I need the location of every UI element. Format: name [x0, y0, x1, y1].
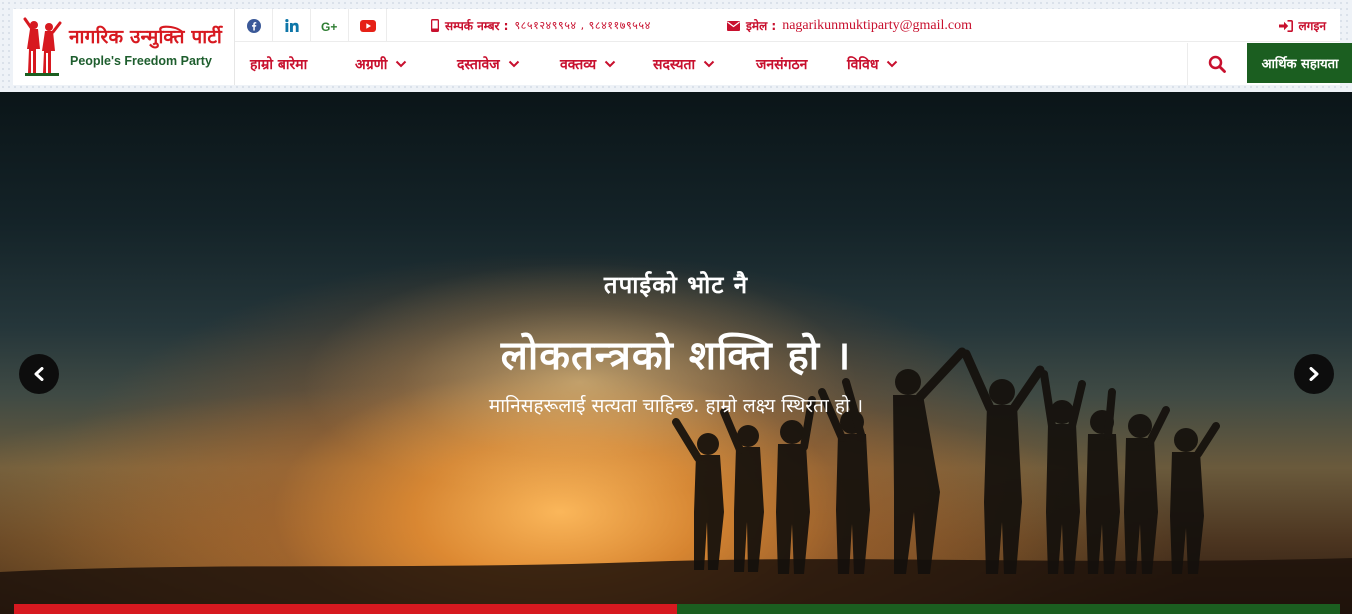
search-button[interactable] [1187, 43, 1245, 85]
nav-item-label: जनसंगठन [756, 56, 808, 73]
chevron-down-icon [604, 60, 616, 68]
nav-item-label: हाम्रो बारेमा [250, 56, 308, 73]
strip-red [14, 604, 677, 614]
hero-tagline: मानिसहरूलाई सत्यता चाहिन्छ. हाम्रो लक्ष्… [488, 395, 864, 417]
phone-value[interactable]: ९८५१२४९९५४ , ९८४११७९५५४ [514, 18, 650, 33]
nav-item-label: सदस्यता [653, 56, 696, 73]
svg-text:G+: G+ [321, 20, 337, 32]
strip-green [677, 604, 1340, 614]
party-emblem-icon [23, 17, 62, 76]
google-plus-link[interactable]: G+ [311, 9, 349, 42]
search-icon [1208, 55, 1226, 73]
facebook-icon [246, 18, 261, 33]
nav-item-miscellaneous[interactable]: विविध [847, 43, 898, 85]
chevron-down-icon [508, 60, 519, 68]
contact-phone: सम्पर्क नम्बर : ९८५१२४९९५४ , ९८४११७९५५४ [431, 9, 651, 42]
donate-button[interactable]: आर्थिक सहायता [1247, 43, 1352, 83]
site-header: नागरिक उन्मुक्ति पार्टी People's Freedom… [0, 0, 1352, 92]
chevron-down-icon [396, 60, 407, 68]
main-nav: हाम्रो बारेमा अग्रणी दस्तावेज वक्तव्य सद… [235, 43, 1352, 85]
envelope-icon [727, 20, 740, 31]
brand-color-strip [14, 604, 1340, 614]
nav-item-leaders[interactable]: अग्रणी [355, 43, 407, 85]
youtube-icon [359, 19, 376, 32]
chevron-right-icon [1309, 367, 1319, 381]
hero-title: लोकतन्त्रको शक्ति हो । [500, 333, 852, 379]
sign-in-icon [1278, 19, 1293, 32]
phone-label: सम्पर्क नम्बर : [445, 19, 509, 33]
header-container: नागरिक उन्मुक्ति पार्टी People's Freedom… [13, 9, 1352, 85]
chevron-down-icon [887, 60, 898, 68]
nav-item-about[interactable]: हाम्रो बारेमा [250, 43, 307, 85]
slider-next-button[interactable] [1294, 354, 1334, 394]
linkedin-icon [284, 19, 299, 32]
nav-item-membership[interactable]: सदस्यता [653, 43, 715, 85]
nav-item-statements[interactable]: वक्तव्य [560, 43, 616, 85]
email-value[interactable]: nagarikunmuktiparty@gmail.com [782, 18, 972, 34]
slider-prev-button[interactable] [19, 354, 59, 394]
site-logo[interactable]: नागरिक उन्मुक्ति पार्टी People's Freedom… [13, 9, 235, 85]
login-label: लगइन [1298, 19, 1326, 33]
nav-item-label: अग्रणी [355, 56, 388, 73]
nav-item-documents[interactable]: दस्तावेज [457, 43, 520, 85]
top-bar: G+ सम्पर्क नम्बर : ९८५१२४९९५४ , ९८४११७९५… [235, 9, 1340, 42]
logo-name-nepali: नागरिक उन्मुक्ति पार्टी [69, 26, 223, 48]
hero-subtitle: तपाईको भोट नै [603, 271, 749, 299]
youtube-link[interactable] [349, 9, 387, 42]
chevron-down-icon [703, 60, 715, 68]
login-link[interactable]: लगइन [1278, 9, 1326, 42]
nav-item-label: विविध [847, 56, 879, 73]
nav-item-label: दस्तावेज [457, 56, 500, 73]
linkedin-link[interactable] [273, 9, 311, 42]
logo-name-english: People's Freedom Party [70, 54, 212, 68]
nav-item-mass-organizations[interactable]: जनसंगठन [756, 43, 807, 85]
facebook-link[interactable] [235, 9, 273, 42]
mobile-phone-icon [431, 19, 439, 32]
google-plus-icon: G+ [321, 20, 337, 32]
email-label: इमेल : [746, 19, 777, 33]
chevron-left-icon [34, 367, 44, 381]
hero-slider: तपाईको भोट नै लोकतन्त्रको शक्ति हो । मान… [0, 92, 1352, 614]
nav-item-label: वक्तव्य [560, 56, 597, 73]
contact-email: इमेल : nagarikunmuktiparty@gmail.com [727, 9, 972, 42]
